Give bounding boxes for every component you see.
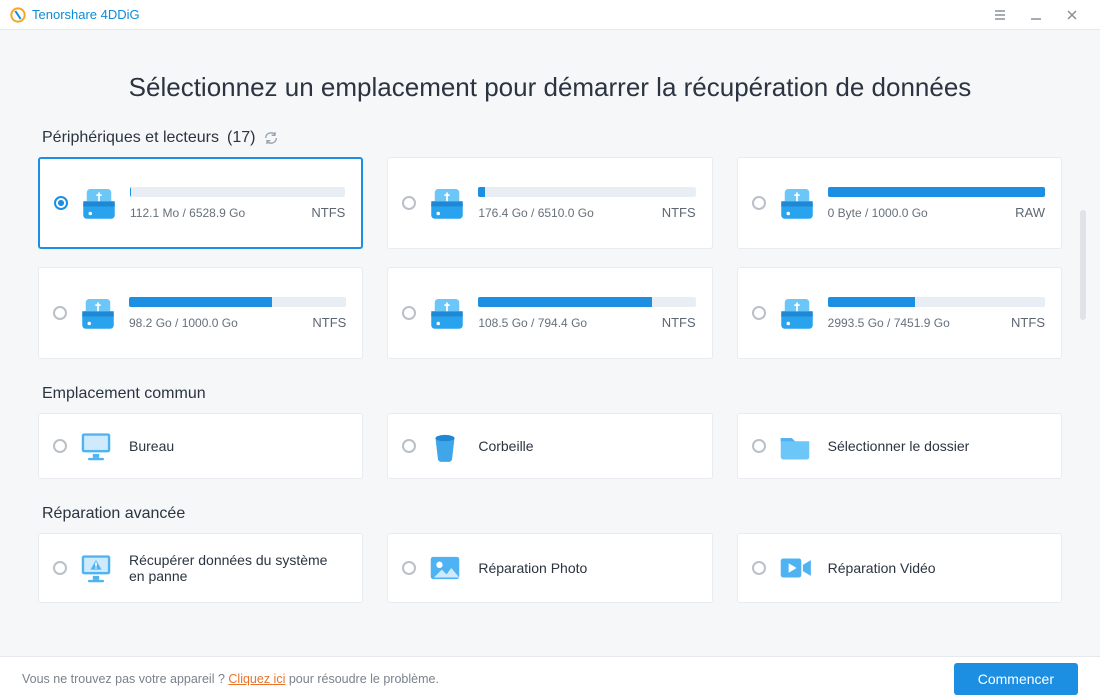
radio-icon[interactable] <box>752 561 766 575</box>
footer-bar: Vous ne trouvez pas votre appareil ? Cli… <box>0 656 1100 700</box>
drive-fs-text: NTFS <box>1011 315 1045 330</box>
folder-icon <box>776 427 814 465</box>
drive-icon <box>77 292 119 334</box>
drives-grid: 112.1 Mo / 6528.9 Go NTFS 176.4 Go / 651… <box>38 157 1062 359</box>
drive-fs-text: RAW <box>1015 205 1045 220</box>
drive-card-5[interactable]: 2993.5 Go / 7451.9 Go NTFS <box>737 267 1062 359</box>
common-section-title: Emplacement commun <box>42 385 1062 403</box>
drive-usage-text: 0 Byte / 1000.0 Go <box>828 206 928 220</box>
radio-icon[interactable] <box>402 306 416 320</box>
start-button[interactable]: Commencer <box>954 663 1078 695</box>
drive-fs-text: NTFS <box>662 315 696 330</box>
advanced-label: Récupérer données du système en panne <box>129 552 339 584</box>
common-grid: Bureau Corbeille Sélectionner le dossier <box>38 413 1062 479</box>
radio-icon[interactable] <box>54 196 68 210</box>
page-headline: Sélectionnez un emplacement pour démarre… <box>38 50 1062 129</box>
common-label: Sélectionner le dossier <box>828 438 970 454</box>
usage-bar <box>478 297 695 307</box>
radio-icon[interactable] <box>402 196 416 210</box>
drive-usage-text: 2993.5 Go / 7451.9 Go <box>828 316 950 330</box>
usage-bar <box>129 297 346 307</box>
footer-help-text: Vous ne trouvez pas votre appareil ? Cli… <box>22 672 439 686</box>
drives-count: (17) <box>227 129 255 147</box>
radio-icon[interactable] <box>402 439 416 453</box>
trash-icon <box>426 427 464 465</box>
drive-icon <box>426 182 468 224</box>
usage-bar <box>478 187 695 197</box>
drive-icon <box>78 182 120 224</box>
drive-card-2[interactable]: 0 Byte / 1000.0 Go RAW <box>737 157 1062 249</box>
common-label: Bureau <box>129 438 174 454</box>
footer-help-link[interactable]: Cliquez ici <box>228 672 285 686</box>
radio-icon[interactable] <box>752 196 766 210</box>
drive-card-1[interactable]: 176.4 Go / 6510.0 Go NTFS <box>387 157 712 249</box>
menu-button[interactable] <box>982 0 1018 30</box>
drive-fs-text: NTFS <box>312 315 346 330</box>
drive-usage-text: 98.2 Go / 1000.0 Go <box>129 316 238 330</box>
drive-card-4[interactable]: 108.5 Go / 794.4 Go NTFS <box>387 267 712 359</box>
advanced-card-1[interactable]: Réparation Photo <box>387 533 712 603</box>
app-title: Tenorshare 4DDiG <box>32 7 140 22</box>
drive-icon <box>776 292 818 334</box>
monitor-icon <box>77 427 115 465</box>
advanced-card-0[interactable]: Récupérer données du système en panne <box>38 533 363 603</box>
drive-fs-text: NTFS <box>662 205 696 220</box>
footer-tail: pour résoudre le problème. <box>285 672 439 686</box>
radio-icon[interactable] <box>752 306 766 320</box>
drive-card-3[interactable]: 98.2 Go / 1000.0 Go NTFS <box>38 267 363 359</box>
refresh-icon[interactable] <box>263 130 279 146</box>
advanced-card-2[interactable]: Réparation Vidéo <box>737 533 1062 603</box>
advanced-label: Réparation Photo <box>478 560 587 576</box>
drive-usage-text: 112.1 Mo / 6528.9 Go <box>130 206 245 220</box>
usage-bar <box>828 187 1045 197</box>
close-button[interactable] <box>1054 0 1090 30</box>
drive-icon <box>426 292 468 334</box>
advanced-section-title: Réparation avancée <box>42 505 1062 523</box>
drive-fs-text: NTFS <box>311 205 345 220</box>
video-icon <box>776 549 814 587</box>
common-card-2[interactable]: Sélectionner le dossier <box>737 413 1062 479</box>
advanced-grid: Récupérer données du système en panne Ré… <box>38 533 1062 603</box>
common-card-1[interactable]: Corbeille <box>387 413 712 479</box>
radio-icon[interactable] <box>752 439 766 453</box>
scrollbar-thumb[interactable] <box>1080 210 1086 320</box>
photo-icon <box>426 549 464 587</box>
radio-icon[interactable] <box>402 561 416 575</box>
common-card-0[interactable]: Bureau <box>38 413 363 479</box>
usage-bar <box>828 297 1045 307</box>
radio-icon[interactable] <box>53 306 67 320</box>
drives-title-text: Périphériques et lecteurs <box>42 129 219 147</box>
main-area: Sélectionnez un emplacement pour démarre… <box>0 30 1100 656</box>
footer-question: Vous ne trouvez pas votre appareil ? <box>22 672 228 686</box>
radio-icon[interactable] <box>53 561 67 575</box>
radio-icon[interactable] <box>53 439 67 453</box>
drive-usage-text: 176.4 Go / 6510.0 Go <box>478 206 593 220</box>
drives-section-title: Périphériques et lecteurs (17) <box>42 129 1062 147</box>
drive-card-0[interactable]: 112.1 Mo / 6528.9 Go NTFS <box>38 157 363 249</box>
app-logo-icon <box>10 7 26 23</box>
titlebar: Tenorshare 4DDiG <box>0 0 1100 30</box>
drive-icon <box>776 182 818 224</box>
common-label: Corbeille <box>478 438 533 454</box>
usage-bar <box>130 187 345 197</box>
crash-monitor-icon <box>77 549 115 587</box>
minimize-button[interactable] <box>1018 0 1054 30</box>
advanced-label: Réparation Vidéo <box>828 560 936 576</box>
drive-usage-text: 108.5 Go / 794.4 Go <box>478 316 587 330</box>
